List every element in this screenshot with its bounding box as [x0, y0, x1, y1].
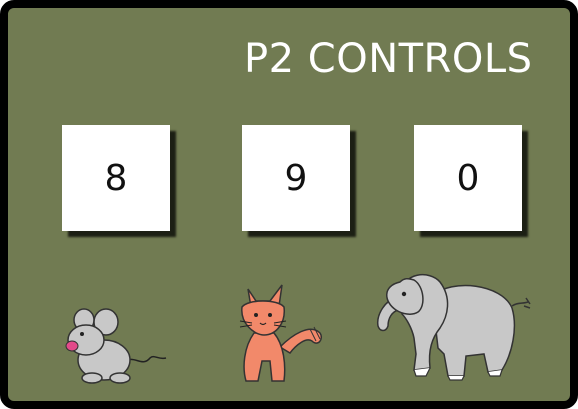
- panel-title: P2 CONTROLS: [244, 36, 533, 82]
- key-0-button[interactable]: 0: [414, 125, 522, 231]
- cat-icon: [239, 284, 323, 382]
- key-8-button[interactable]: 8: [62, 125, 170, 231]
- elephant-icon: [377, 274, 531, 381]
- key-9-button[interactable]: 9: [242, 125, 350, 231]
- mouse-icon: [65, 308, 167, 384]
